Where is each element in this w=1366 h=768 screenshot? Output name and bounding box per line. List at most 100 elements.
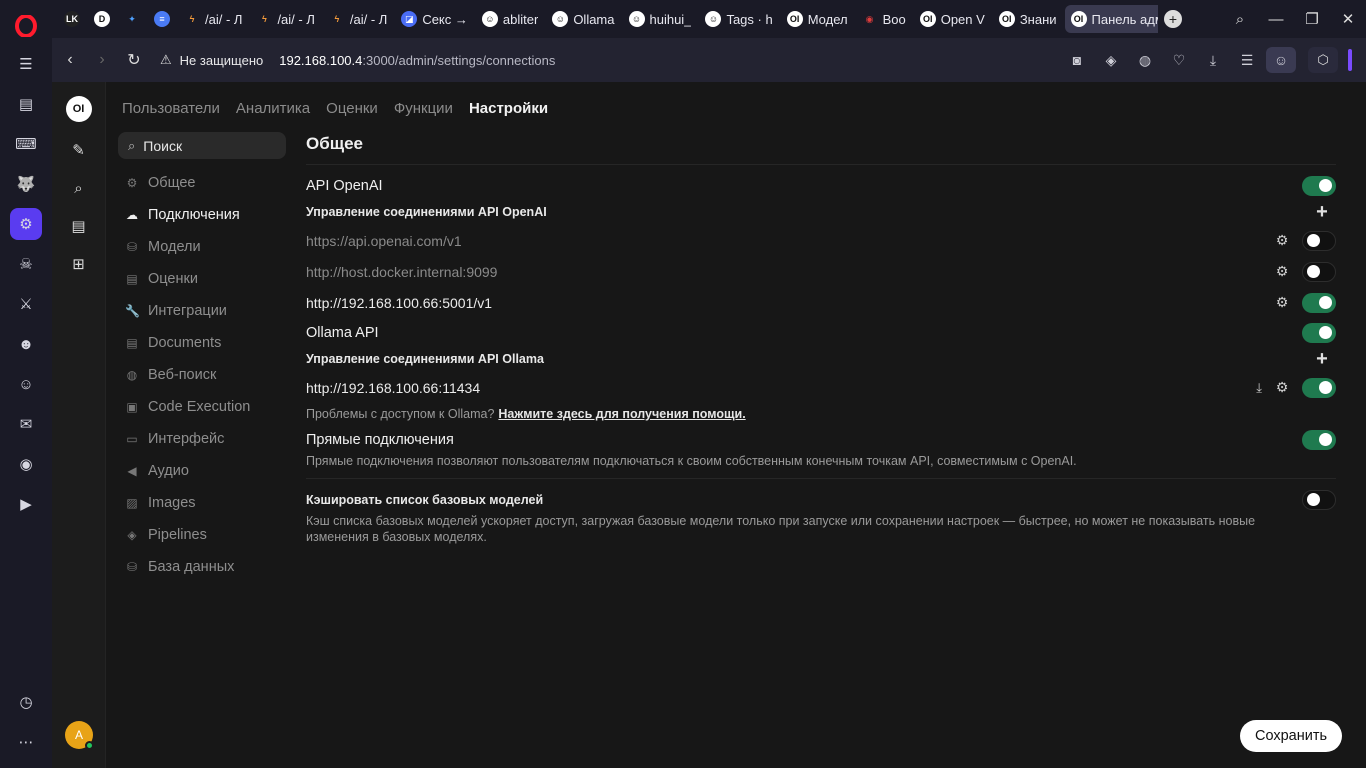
connection-url[interactable]: https://api.openai.com/v1 <box>306 233 462 249</box>
openai-manage-row: Управление соединениями API OpenAI + <box>306 199 1336 225</box>
extensions-icon[interactable]: ⬡ <box>1308 47 1338 73</box>
notes-icon[interactable]: ▤ <box>67 214 91 238</box>
settings-nav-item[interactable]: 🔧 Интеграции <box>118 295 286 327</box>
settings-nav-item[interactable]: ▤ Documents <box>118 327 286 359</box>
gamepad-icon[interactable]: ⌨ <box>10 128 42 160</box>
reload-icon[interactable]: ↻ <box>118 50 150 70</box>
gear-icon: ⚙ <box>126 176 138 190</box>
settings-nav-label: Code Execution <box>148 399 251 415</box>
browser-tab[interactable]: OIПанель адми <box>1064 5 1158 33</box>
browser-tab[interactable]: LK <box>58 5 86 33</box>
settings-nav-item[interactable]: ▣ Code Execution <box>118 391 286 423</box>
direct-toggle[interactable] <box>1302 430 1336 450</box>
settings-nav-item[interactable]: ▭ Интерфейс <box>118 423 286 455</box>
camera-icon[interactable]: ◙ <box>1062 52 1092 68</box>
browser-tab[interactable]: ✦ <box>118 5 146 33</box>
settings-nav-item[interactable]: ⛁ Модели <box>118 231 286 263</box>
openwebui-logo-icon[interactable]: OI <box>65 96 92 122</box>
profile-icon[interactable]: ☺ <box>1266 47 1296 73</box>
browser-tab[interactable]: ☺ Tags · h <box>699 5 778 33</box>
cache-toggle[interactable] <box>1302 490 1336 510</box>
settings-nav-item[interactable]: ◀ Аудио <box>118 455 286 487</box>
download-icon[interactable]: ⤓ <box>1256 380 1262 396</box>
gear-icon[interactable]: ⚙ <box>1274 294 1290 311</box>
opera-logo-icon[interactable] <box>8 8 44 44</box>
forward-icon[interactable]: › <box>86 51 118 69</box>
browser-tab[interactable]: OI Модел <box>781 5 854 33</box>
gear-icon[interactable]: ⚙ <box>1274 263 1290 280</box>
swords-icon[interactable]: ⚔ <box>10 288 42 320</box>
admin-tab[interactable]: Аналитика <box>236 100 310 117</box>
search-input[interactable]: ⌕ Поиск <box>118 132 286 159</box>
admin-tab[interactable]: Настройки <box>469 100 548 117</box>
workspace-icon[interactable]: ⊞ <box>67 252 91 276</box>
settings-nav-item[interactable]: ☁ Подключения <box>118 199 286 231</box>
admin-tab[interactable]: Пользователи <box>122 100 220 117</box>
red-badge-icon[interactable]: ◉ <box>10 448 42 480</box>
browser-tab[interactable]: ☺ huihui_ <box>623 5 698 33</box>
openai-toggle[interactable] <box>1302 176 1336 196</box>
mascot-icon[interactable]: ☻ <box>10 328 42 360</box>
settings-gear-icon[interactable]: ⚙ <box>10 208 42 240</box>
connection-toggle[interactable] <box>1302 377 1336 398</box>
gear-icon[interactable]: ⚙ <box>1274 379 1290 396</box>
settings-nav-item[interactable]: ▤ Оценки <box>118 263 286 295</box>
skull-icon[interactable]: ☠ <box>10 248 42 280</box>
browser-tab[interactable]: ◉ Boo <box>856 5 912 33</box>
restore-button[interactable]: ❐ <box>1294 10 1330 28</box>
shield-icon[interactable]: ◈ <box>1096 52 1126 69</box>
download-icon[interactable]: ⤓ <box>1198 52 1228 69</box>
notes-icon[interactable]: ▤ <box>10 88 42 120</box>
heart-icon[interactable]: ♡ <box>1164 52 1194 69</box>
more-dots-icon[interactable]: ⋯ <box>10 726 42 758</box>
openai-manage-label: Управление соединениями API OpenAI <box>306 205 547 219</box>
browser-tab[interactable]: D <box>88 5 116 33</box>
avatar[interactable]: A <box>65 721 94 750</box>
connection-toggle[interactable] <box>1302 292 1336 313</box>
connection-url[interactable]: http://192.168.100.66:11434 <box>306 380 480 396</box>
browser-tab[interactable]: OI Знани <box>993 5 1063 33</box>
browser-tab[interactable]: ☺ abliter <box>476 5 544 33</box>
back-icon[interactable]: ‹ <box>54 51 86 69</box>
browser-tab[interactable]: OI Open V <box>914 5 991 33</box>
ollama-help-link[interactable]: Нажмите здесь для получения помощи. <box>498 407 745 421</box>
browser-tab[interactable]: ϟ/ai/ - Л <box>250 5 320 33</box>
browser-tab[interactable]: ϟ/ai/ - Л <box>323 5 393 33</box>
close-window-button[interactable]: ✕ <box>1330 10 1366 28</box>
new-chat-icon[interactable]: ✎ <box>67 138 91 162</box>
browser-tab[interactable]: ◪ Секс → <box>395 5 474 33</box>
connection-url[interactable]: http://192.168.100.66:5001/v1 <box>306 295 492 311</box>
browser-tab[interactable]: ϟ/ai/ - Л <box>178 5 248 33</box>
gear-icon[interactable]: ⚙ <box>1274 232 1290 249</box>
browser-tab[interactable]: ≡ <box>148 5 176 33</box>
admin-tab[interactable]: Функции <box>394 100 453 117</box>
mail-icon[interactable]: ✉ <box>10 408 42 440</box>
easy-setup-icon[interactable]: ☰ <box>1232 52 1262 69</box>
connection-toggle[interactable] <box>1302 230 1336 251</box>
minimize-button[interactable]: — <box>1258 11 1294 28</box>
history-clock-icon[interactable]: ◷ <box>10 686 42 718</box>
add-ollama-connection-button[interactable]: + <box>1314 348 1330 371</box>
new-tab-button[interactable]: + <box>1164 10 1182 28</box>
admin-tab[interactable]: Оценки <box>326 100 378 117</box>
settings-nav-item[interactable]: ⚙ Общее <box>118 167 286 199</box>
url-field[interactable]: ⚠ Не защищено 192.168.100.4:3000/admin/s… <box>160 52 555 68</box>
connection-url[interactable]: http://host.docker.internal:9099 <box>306 264 497 280</box>
ollama-toggle[interactable] <box>1302 323 1336 343</box>
settings-nav-item[interactable]: ▨ Images <box>118 487 286 519</box>
settings-nav-item[interactable]: ◍ Веб-поиск <box>118 359 286 391</box>
speed-dial-icon[interactable]: ☰ <box>10 48 42 80</box>
settings-nav-item[interactable]: ◈ Pipelines <box>118 519 286 551</box>
tab-search-icon[interactable]: ⌕ <box>1222 11 1258 28</box>
connection-toggle[interactable] <box>1302 261 1336 282</box>
add-openai-connection-button[interactable]: + <box>1314 201 1330 224</box>
settings-nav-item[interactable]: ⛁ База данных <box>118 551 286 583</box>
video-icon[interactable]: ▶ <box>10 488 42 520</box>
smiley-icon[interactable]: ☺ <box>10 368 42 400</box>
browser-tab[interactable]: ☺ Ollama <box>546 5 620 33</box>
vpn-icon[interactable]: ◍ <box>1130 52 1160 69</box>
save-button[interactable]: Сохранить <box>1240 720 1342 752</box>
wolf-icon[interactable]: 🐺 <box>10 168 42 200</box>
settings-nav-label: Веб-поиск <box>148 367 217 383</box>
search-icon[interactable]: ⌕ <box>67 176 91 200</box>
